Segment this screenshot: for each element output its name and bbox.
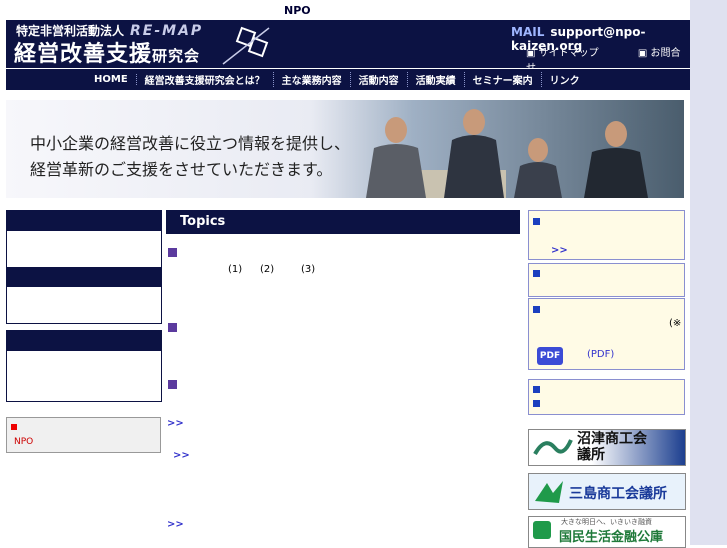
right-info-box-2 (528, 263, 685, 297)
remap-logo: RE-MAP (130, 23, 204, 39)
blue-bullet-icon (533, 270, 540, 277)
nav-services[interactable]: 主な業務内容 (274, 72, 351, 87)
numazu-chamber-banner[interactable]: 沼津商工会議所 (528, 429, 686, 466)
right-info-box-4 (528, 379, 685, 415)
right-info-box-1: >> (528, 210, 685, 260)
right-background-strip (690, 0, 727, 545)
topics-title: Topics (180, 214, 226, 229)
topic-link-3[interactable]: (3) (301, 264, 315, 275)
blue-bullet-icon (533, 386, 540, 393)
nav-results[interactable]: 活動実績 (408, 72, 465, 87)
kokumin-logo-icon (533, 521, 551, 539)
topic-link-1[interactable]: (1) (228, 264, 242, 275)
business-people-photo (366, 109, 648, 198)
mail-label: MAIL (511, 25, 545, 39)
org-name-main: 経営改善支援 (14, 42, 153, 67)
pdf-link[interactable]: (PDF) (587, 349, 614, 360)
topic-bullet-icon (168, 380, 177, 389)
red-bullet-icon (11, 424, 17, 430)
npo-notice-label: NPO (14, 437, 34, 447)
blue-bullet-icon (533, 218, 540, 225)
left-panel-2-header (7, 331, 161, 351)
numazu-label: 沼津商工会議所 (577, 431, 647, 463)
nav-about[interactable]: 経営改善支援研究会とは？ (137, 72, 274, 87)
hero-line-1: 中小企業の経営改善に役立つ情報を提供し、 (30, 134, 351, 153)
mishima-chamber-banner[interactable]: 三島商工会議所 (528, 473, 686, 510)
main-navigation: HOME 経営改善支援研究会とは？ 主な業務内容 活動内容 活動実績 セミナー案… (6, 69, 690, 90)
left-panel-2 (6, 330, 162, 402)
topic-link-2[interactable]: (2) (260, 264, 274, 275)
nav-home[interactable]: HOME (86, 74, 137, 85)
kokumin-finance-banner[interactable]: 大きな明日へ、いきいき融資 国民生活金融公庫 (528, 516, 686, 548)
top-npo-label: NPO (284, 4, 311, 17)
logo-emblem-icon (222, 26, 270, 65)
topic-more-link[interactable]: >> (167, 519, 184, 530)
mishima-label: 三島商工会議所 (569, 486, 667, 502)
kokumin-label: 国民生活金融公庫 (559, 530, 664, 545)
topic-more-link[interactable]: >> (173, 450, 190, 461)
hero-banner: 中小企業の経営改善に役立つ情報を提供し、 経営革新のご支援をさせていただきます。 (6, 100, 684, 198)
mishima-logo-icon (535, 481, 563, 503)
org-name-suffix: 研究会 (152, 47, 201, 65)
numazu-logo-icon (533, 439, 573, 456)
npo-notice-box[interactable]: NPO (6, 417, 161, 453)
asterisk-note: (※ (669, 318, 682, 329)
left-panel-1-subheader (7, 267, 161, 287)
site-header: 特定非営利活動法人 経営改善支援研究会 RE-MAP MAIL support@n… (6, 20, 690, 68)
topic-bullet-icon (168, 248, 177, 257)
topic-bullet-icon (168, 323, 177, 332)
nav-activities[interactable]: 活動内容 (351, 72, 408, 87)
site-logo-title[interactable]: 経営改善支援研究会 (14, 36, 200, 68)
topics-header: Topics (166, 210, 520, 234)
nav-links[interactable]: リンク (542, 72, 588, 87)
pdf-icon[interactable]: PDF (537, 347, 563, 365)
topic-more-link[interactable]: >> (167, 418, 184, 429)
blue-bullet-icon (533, 306, 540, 313)
right-info-box-3: (※ PDF (PDF) (528, 298, 685, 370)
sitemap-label: サイトマップ (538, 48, 599, 59)
nav-seminars[interactable]: セミナー案内 (465, 72, 542, 87)
hero-line-2: 経営革新のご支援をさせていただきます。 (30, 160, 333, 179)
right-more-link[interactable]: >> (551, 245, 568, 256)
sitemap-link[interactable]: ▣ サイトマップ (526, 48, 617, 59)
left-panel-1 (6, 210, 162, 324)
header-links: ▣ サイトマップ ▣ お問合せ (526, 44, 690, 68)
blue-bullet-icon (533, 400, 540, 407)
left-panel-1-header (7, 211, 161, 231)
